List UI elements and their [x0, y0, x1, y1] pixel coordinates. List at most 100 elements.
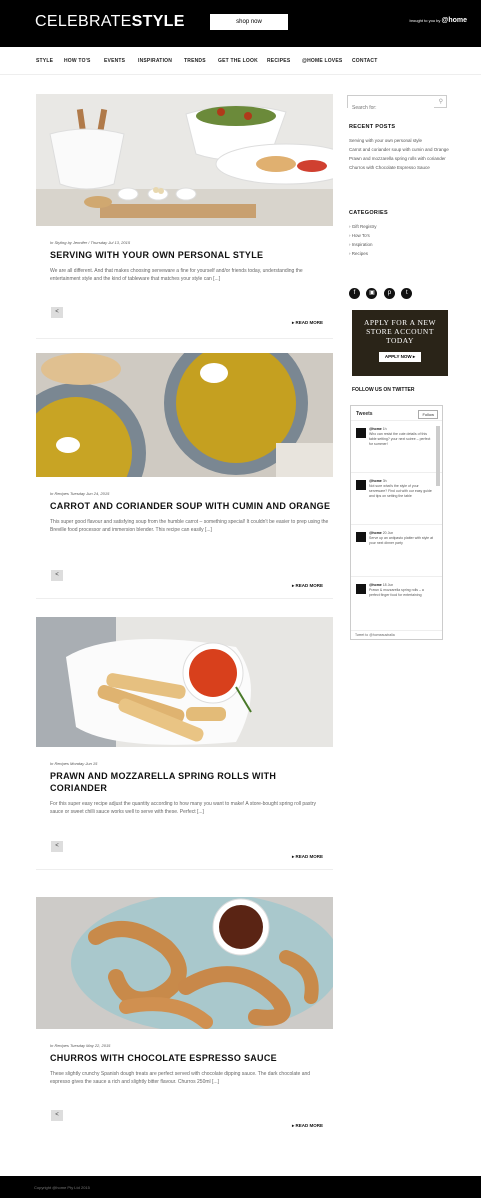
follow-label: Follow [422, 412, 434, 417]
read-more-label: READ MORE [295, 583, 323, 588]
categories-list: › Gift Registry › How To's › Inspiration… [349, 222, 449, 258]
post-title[interactable]: CHURROS WITH CHOCOLATE ESPRESSO SAUCE [50, 1052, 333, 1064]
logo-text-bold: STYLE [131, 13, 185, 30]
share-icon[interactable]: < [51, 307, 63, 318]
read-more-link[interactable]: ▸ READ MORE [292, 583, 323, 589]
read-more-label: READ MORE [295, 854, 323, 859]
tweet-to-link[interactable]: Tweet to @homeaustralia [351, 630, 442, 639]
category-label: Inspiration [351, 242, 373, 247]
categories-heading: CATEGORIES [349, 210, 388, 216]
twitter-icon[interactable]: t [401, 288, 413, 299]
share-icon[interactable]: < [51, 841, 63, 852]
top-bar: CELEBRATESTYLE shop now brought to you b… [0, 0, 481, 47]
read-more-link[interactable]: ▸ READ MORE [292, 854, 323, 860]
tweet-text: @home 1h Who can resist the cute details … [369, 427, 434, 447]
share-icon[interactable]: < [51, 1110, 63, 1121]
tweet-text: @home 20 Jun Serve up an antipasto platte… [369, 531, 434, 546]
read-more-link[interactable]: ▸ READ MORE [292, 1123, 323, 1129]
logo-text-light: CELEBRATE [35, 13, 132, 30]
footer: Copyright @home Pty Ltd 2015 [0, 1176, 481, 1198]
recent-posts-list: Serving with your own personal style Car… [349, 136, 449, 172]
twitter-widget: Tweets Follow @home 1h Who can resist the… [350, 405, 443, 640]
tweet-time: 1h [382, 427, 387, 431]
nav-how-tos[interactable]: HOW TO'S [64, 58, 91, 64]
post-image-spring-rolls[interactable] [36, 617, 333, 747]
search-box: ⚲ [347, 95, 447, 114]
brought-by[interactable]: brought to you by @home [409, 17, 467, 24]
post-image-soup[interactable] [36, 353, 333, 477]
post-meta: In Styling by Jennifer / Thursday Jul 13… [50, 240, 131, 245]
post-title[interactable]: PRAWN AND MOZZARELLA SPRING ROLLS WITH C… [50, 770, 333, 794]
post-title[interactable]: SERVING WITH YOUR OWN PERSONAL STYLE [50, 249, 333, 261]
apply-now-button[interactable]: APPLY NOW ▸ [378, 352, 422, 362]
category-link[interactable]: › Recipes [349, 249, 449, 258]
post-meta: In Recipes Tuesday Jun 24, 2015 [50, 491, 110, 496]
nav-contact[interactable]: CONTACT [352, 58, 377, 64]
ad-line: STORE ACCOUNT [366, 327, 434, 336]
read-more-link[interactable]: ▸ READ MORE [292, 320, 323, 326]
shop-now-button[interactable]: shop now [210, 14, 288, 30]
tweet-body: Serve up an antipasto platter with style… [369, 536, 434, 545]
avatar [356, 428, 366, 438]
tweet-item[interactable]: @home 18 Jun Prawn & mozzarella spring ro… [351, 577, 442, 629]
main-nav: STYLE HOW TO'S EVENTS INSPIRATION TRENDS… [0, 47, 481, 75]
tweet-item[interactable]: @home 3h Not sure what's the style of you… [351, 473, 442, 525]
recent-post-link[interactable]: Carrot and coriander soup with cumin and… [349, 145, 449, 154]
site-logo[interactable]: CELEBRATESTYLE [35, 13, 185, 31]
serveware-illustration [36, 105, 333, 226]
post-excerpt: For this super easy recipe adjust the qu… [50, 801, 316, 815]
post-meta: In Recipes Tuesday May 22, 2015 [50, 1043, 111, 1048]
ad-line: APPLY FOR A NEW [363, 318, 437, 327]
social-icons: f ▣ p t [349, 281, 414, 299]
nav-get-the-look[interactable]: GET THE LOOK [218, 58, 258, 64]
share-icon[interactable]: < [51, 570, 63, 581]
recent-post-link[interactable]: Churros with Chocolate Espresso Sauce [349, 163, 449, 172]
nav-style[interactable]: STYLE [36, 58, 53, 64]
tweet-text: @home 3h Not sure what's the style of you… [369, 479, 434, 499]
tweet-body: Who can resist the cute details of this … [369, 432, 431, 446]
store-account-ad[interactable]: APPLY FOR A NEW STORE ACCOUNT TODAY APPL… [352, 310, 448, 376]
post-image-churros[interactable] [36, 897, 333, 1029]
category-label: Gift Registry [351, 224, 377, 229]
tweet-time: 20 Jun [382, 531, 394, 535]
pinterest-icon[interactable]: p [383, 288, 395, 299]
post-image-serveware[interactable] [36, 94, 333, 226]
tweets-label: Tweets [356, 411, 373, 417]
tweet-item[interactable]: @home 1h Who can resist the cute details … [351, 421, 442, 473]
divider [36, 338, 333, 339]
recent-posts-heading: RECENT POSTS [349, 124, 396, 130]
post-title[interactable]: CARROT AND CORIANDER SOUP WITH CUMIN AND… [50, 500, 333, 512]
nav-recipes[interactable]: RECIPES [267, 58, 290, 64]
post-meta: In Recipes Monday Jun 15 [50, 761, 98, 766]
search-input[interactable] [348, 102, 434, 114]
tweet-author: @home [369, 479, 382, 483]
nav-inspiration[interactable]: INSPIRATION [138, 58, 172, 64]
tweet-body: Prawn & mozzarella spring rolls – a perf… [369, 588, 424, 597]
category-link[interactable]: › How To's [349, 231, 449, 240]
post-excerpt: This super good flavour and satisfying s… [50, 519, 329, 533]
avatar [356, 584, 366, 594]
post-carrot-soup: In Recipes Tuesday Jun 24, 2015 CARROT A… [36, 353, 333, 588]
category-link[interactable]: › Inspiration [349, 240, 449, 249]
post-excerpt: We are all different. And that makes cho… [50, 268, 303, 282]
category-link[interactable]: › Gift Registry [349, 222, 449, 231]
facebook-icon[interactable]: f [349, 288, 360, 299]
recent-post-link[interactable]: Prawn and mozzarella spring rolls with c… [349, 154, 449, 163]
read-more-label: READ MORE [295, 320, 323, 325]
twitter-scrollbar[interactable] [436, 426, 440, 486]
twitter-widget-header: Tweets Follow [351, 406, 442, 421]
nav-home-loves[interactable]: @HOME LOVES [302, 58, 342, 64]
divider [36, 598, 333, 599]
apply-now-label: APPLY NOW [384, 354, 412, 359]
nav-trends[interactable]: TRENDS [184, 58, 206, 64]
instagram-icon[interactable]: ▣ [366, 288, 378, 299]
post-spring-rolls: In Recipes Monday Jun 15 PRAWN AND MOZZA… [36, 617, 333, 859]
tweet-author: @home [369, 427, 382, 431]
category-label: How To's [351, 233, 370, 238]
tweet-item[interactable]: @home 20 Jun Serve up an antipasto platte… [351, 525, 442, 577]
twitter-heading: FOLLOW US ON TWITTER [352, 387, 415, 393]
recent-post-link[interactable]: Serving with your own personal style [349, 136, 449, 145]
follow-button[interactable]: Follow [418, 410, 438, 419]
search-icon[interactable]: ⚲ [439, 98, 443, 105]
nav-events[interactable]: EVENTS [104, 58, 125, 64]
